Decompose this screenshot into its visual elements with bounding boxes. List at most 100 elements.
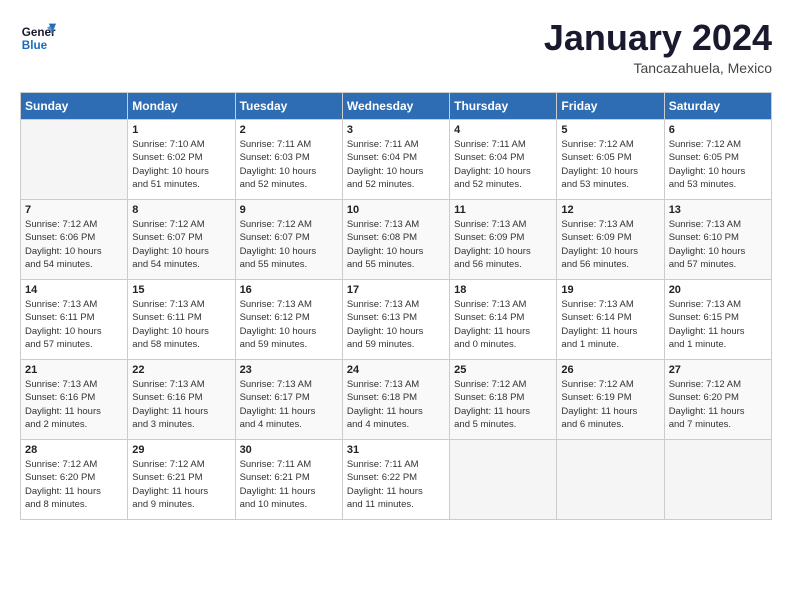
table-row: 11 Sunrise: 7:13 AM Sunset: 6:09 PM Dayli…	[450, 200, 557, 280]
table-row: 5 Sunrise: 7:12 AM Sunset: 6:05 PM Daylig…	[557, 120, 664, 200]
day-number: 9	[240, 204, 338, 216]
day-number: 3	[347, 124, 445, 136]
table-row: 30 Sunrise: 7:11 AM Sunset: 6:21 PM Dayli…	[235, 440, 342, 520]
location: Tancazahuela, Mexico	[544, 60, 772, 76]
svg-text:Blue: Blue	[22, 39, 48, 52]
day-number: 14	[25, 284, 123, 296]
day-info: Sunrise: 7:13 AM Sunset: 6:12 PM Dayligh…	[240, 298, 338, 351]
table-row	[450, 440, 557, 520]
table-row	[21, 120, 128, 200]
table-row: 31 Sunrise: 7:11 AM Sunset: 6:22 PM Dayli…	[342, 440, 449, 520]
table-row: 2 Sunrise: 7:11 AM Sunset: 6:03 PM Daylig…	[235, 120, 342, 200]
day-number: 11	[454, 204, 552, 216]
table-row: 28 Sunrise: 7:12 AM Sunset: 6:20 PM Dayli…	[21, 440, 128, 520]
logo-icon: General Blue	[20, 20, 56, 56]
table-row: 27 Sunrise: 7:12 AM Sunset: 6:20 PM Dayli…	[664, 360, 771, 440]
day-info: Sunrise: 7:13 AM Sunset: 6:16 PM Dayligh…	[25, 378, 123, 431]
day-info: Sunrise: 7:12 AM Sunset: 6:06 PM Dayligh…	[25, 218, 123, 271]
table-row: 22Sunrise: 7:13 AM Sunset: 6:16 PM Dayli…	[128, 360, 235, 440]
page-header: General Blue January 2024 Tancazahuela, …	[20, 20, 772, 76]
table-row	[664, 440, 771, 520]
calendar-week-4: 21 Sunrise: 7:13 AM Sunset: 6:16 PM Dayli…	[21, 360, 772, 440]
calendar-table: SundayMondayTuesdayWednesdayThursdayFrid…	[20, 92, 772, 520]
day-info: Sunrise: 7:13 AM Sunset: 6:14 PM Dayligh…	[561, 298, 659, 351]
table-row: 15 Sunrise: 7:13 AM Sunset: 6:11 PM Dayli…	[128, 280, 235, 360]
table-row: 23 Sunrise: 7:13 AM Sunset: 6:17 PM Dayli…	[235, 360, 342, 440]
calendar-week-2: 7 Sunrise: 7:12 AM Sunset: 6:06 PM Daylig…	[21, 200, 772, 280]
table-row: 25 Sunrise: 7:12 AM Sunset: 6:18 PM Dayli…	[450, 360, 557, 440]
day-header-tuesday: Tuesday	[235, 93, 342, 120]
day-number: 19	[561, 284, 659, 296]
day-info: Sunrise: 7:10 AM Sunset: 6:02 PM Dayligh…	[132, 138, 230, 191]
day-number: 25	[454, 364, 552, 376]
table-row: 14 Sunrise: 7:13 AM Sunset: 6:11 PM Dayli…	[21, 280, 128, 360]
day-number: 31	[347, 444, 445, 456]
day-number: 1	[132, 124, 230, 136]
day-number: 15	[132, 284, 230, 296]
day-number: 21	[25, 364, 123, 376]
day-info: Sunrise: 7:11 AM Sunset: 6:22 PM Dayligh…	[347, 458, 445, 511]
day-info: Sunrise: 7:12 AM Sunset: 6:19 PM Dayligh…	[561, 378, 659, 431]
day-number: 18	[454, 284, 552, 296]
day-number: 22	[132, 364, 230, 376]
day-number: 29	[132, 444, 230, 456]
day-info: Sunrise: 7:12 AM Sunset: 6:20 PM Dayligh…	[669, 378, 767, 431]
day-number: 6	[669, 124, 767, 136]
day-info: Sunrise: 7:13 AM Sunset: 6:10 PM Dayligh…	[669, 218, 767, 271]
day-info: Sunrise: 7:12 AM Sunset: 6:05 PM Dayligh…	[669, 138, 767, 191]
day-info: Sunrise: 7:12 AM Sunset: 6:07 PM Dayligh…	[240, 218, 338, 271]
day-info: Sunrise: 7:12 AM Sunset: 6:07 PM Dayligh…	[132, 218, 230, 271]
table-row	[557, 440, 664, 520]
day-number: 26	[561, 364, 659, 376]
day-number: 23	[240, 364, 338, 376]
day-info: Sunrise: 7:13 AM Sunset: 6:15 PM Dayligh…	[669, 298, 767, 351]
day-info: Sunrise: 7:12 AM Sunset: 6:18 PM Dayligh…	[454, 378, 552, 431]
table-row: 13Sunrise: 7:13 AM Sunset: 6:10 PM Dayli…	[664, 200, 771, 280]
calendar-week-3: 14 Sunrise: 7:13 AM Sunset: 6:11 PM Dayli…	[21, 280, 772, 360]
day-header-saturday: Saturday	[664, 93, 771, 120]
table-row: 7 Sunrise: 7:12 AM Sunset: 6:06 PM Daylig…	[21, 200, 128, 280]
month-title: January 2024	[544, 20, 772, 56]
day-info: Sunrise: 7:11 AM Sunset: 6:04 PM Dayligh…	[454, 138, 552, 191]
table-row: 21 Sunrise: 7:13 AM Sunset: 6:16 PM Dayli…	[21, 360, 128, 440]
day-info: Sunrise: 7:13 AM Sunset: 6:18 PM Dayligh…	[347, 378, 445, 431]
day-number: 20	[669, 284, 767, 296]
day-info: Sunrise: 7:13 AM Sunset: 6:11 PM Dayligh…	[25, 298, 123, 351]
table-row: 12Sunrise: 7:13 AM Sunset: 6:09 PM Dayli…	[557, 200, 664, 280]
day-info: Sunrise: 7:12 AM Sunset: 6:21 PM Dayligh…	[132, 458, 230, 511]
day-header-monday: Monday	[128, 93, 235, 120]
day-info: Sunrise: 7:13 AM Sunset: 6:11 PM Dayligh…	[132, 298, 230, 351]
table-row: 17Sunrise: 7:13 AM Sunset: 6:13 PM Dayli…	[342, 280, 449, 360]
day-number: 16	[240, 284, 338, 296]
day-number: 7	[25, 204, 123, 216]
logo: General Blue	[20, 20, 56, 56]
day-info: Sunrise: 7:12 AM Sunset: 6:05 PM Dayligh…	[561, 138, 659, 191]
day-number: 30	[240, 444, 338, 456]
day-info: Sunrise: 7:13 AM Sunset: 6:13 PM Dayligh…	[347, 298, 445, 351]
day-info: Sunrise: 7:13 AM Sunset: 6:17 PM Dayligh…	[240, 378, 338, 431]
day-info: Sunrise: 7:11 AM Sunset: 6:03 PM Dayligh…	[240, 138, 338, 191]
day-number: 2	[240, 124, 338, 136]
day-info: Sunrise: 7:13 AM Sunset: 6:14 PM Dayligh…	[454, 298, 552, 351]
day-info: Sunrise: 7:11 AM Sunset: 6:04 PM Dayligh…	[347, 138, 445, 191]
title-block: January 2024 Tancazahuela, Mexico	[544, 20, 772, 76]
table-row: 24Sunrise: 7:13 AM Sunset: 6:18 PM Dayli…	[342, 360, 449, 440]
table-row: 4Sunrise: 7:11 AM Sunset: 6:04 PM Daylig…	[450, 120, 557, 200]
calendar-header-row: SundayMondayTuesdayWednesdayThursdayFrid…	[21, 93, 772, 120]
day-info: Sunrise: 7:11 AM Sunset: 6:21 PM Dayligh…	[240, 458, 338, 511]
table-row: 9 Sunrise: 7:12 AM Sunset: 6:07 PM Daylig…	[235, 200, 342, 280]
day-header-sunday: Sunday	[21, 93, 128, 120]
day-number: 27	[669, 364, 767, 376]
day-number: 28	[25, 444, 123, 456]
table-row: 18 Sunrise: 7:13 AM Sunset: 6:14 PM Dayli…	[450, 280, 557, 360]
table-row: 1 Sunrise: 7:10 AM Sunset: 6:02 PM Daylig…	[128, 120, 235, 200]
table-row: 8Sunrise: 7:12 AM Sunset: 6:07 PM Daylig…	[128, 200, 235, 280]
table-row: 6 Sunrise: 7:12 AM Sunset: 6:05 PM Daylig…	[664, 120, 771, 200]
day-info: Sunrise: 7:13 AM Sunset: 6:09 PM Dayligh…	[454, 218, 552, 271]
day-number: 12	[561, 204, 659, 216]
table-row: 20 Sunrise: 7:13 AM Sunset: 6:15 PM Dayli…	[664, 280, 771, 360]
table-row: 16 Sunrise: 7:13 AM Sunset: 6:12 PM Dayli…	[235, 280, 342, 360]
day-number: 5	[561, 124, 659, 136]
calendar-week-5: 28 Sunrise: 7:12 AM Sunset: 6:20 PM Dayli…	[21, 440, 772, 520]
day-info: Sunrise: 7:12 AM Sunset: 6:20 PM Dayligh…	[25, 458, 123, 511]
